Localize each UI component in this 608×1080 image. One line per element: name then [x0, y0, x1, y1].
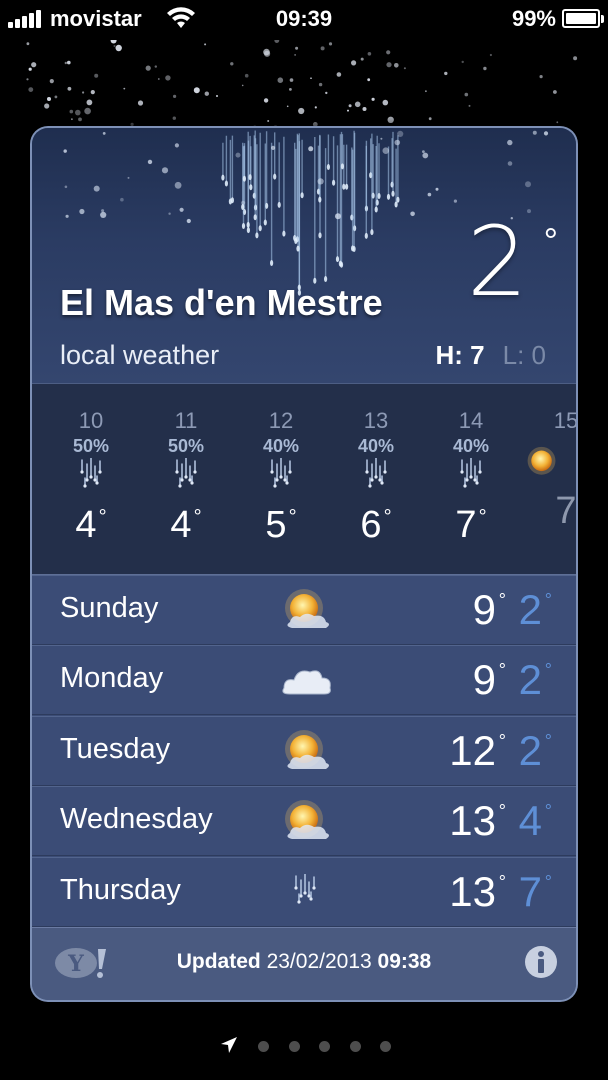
hour-temperature: 7	[555, 490, 577, 532]
last-updated: Updated 23/02/2013 09:38	[32, 950, 576, 974]
daily-row: Thursday 13 ° 7 °	[32, 856, 576, 927]
hourly-item: 13 40% 6 °	[331, 408, 421, 547]
rain-icon	[46, 458, 136, 502]
hourly-forecast[interactable]: 10 50% 4 ° 11 50% 4 ° 12 40% 5 ° 13 40% 6 ° 14 40% 7 ° 15 7	[32, 383, 576, 575]
hourly-item: 10 50% 4 °	[46, 408, 136, 547]
battery-percentage: 99%	[511, 6, 556, 31]
partly-sunny-icon	[276, 797, 336, 847]
day-low-temperature: 4 °	[518, 797, 552, 845]
day-name: Monday	[60, 662, 164, 695]
partly-sunny-icon	[276, 586, 336, 636]
hour-temperature: 4 °	[170, 504, 202, 546]
high-temperature: H: 7	[435, 340, 485, 370]
precipitation-chance: 50%	[167, 436, 205, 456]
hour-label: 11	[174, 408, 198, 433]
hour-temperature: 4 °	[75, 504, 107, 546]
hour-label: 13	[363, 408, 389, 433]
high-low: H: 7 L: 0	[436, 340, 547, 371]
hourly-item: 15 7	[521, 408, 578, 533]
battery-icon	[562, 9, 604, 28]
city-name: El Mas d'en Mestre	[60, 282, 383, 323]
precipitation-chance: 40%	[452, 436, 490, 456]
day-high-temperature: 9 °	[472, 656, 506, 704]
hourly-item: 11 50% 4 °	[141, 408, 231, 547]
day-name: Wednesday	[60, 803, 213, 836]
updated-label: Updated	[176, 950, 261, 973]
day-name: Tuesday	[60, 732, 171, 765]
hour-temperature: 7 °	[455, 504, 487, 546]
rain-icon	[141, 458, 231, 502]
page-dot[interactable]	[380, 1041, 391, 1052]
day-name: Sunday	[60, 592, 159, 624]
updated-date: 23/02/2013	[266, 950, 372, 973]
weather-card[interactable]: El Mas d'en Mestre local weather 2 ° H: …	[30, 126, 578, 1002]
precipitation-chance: 40%	[357, 436, 395, 456]
hourly-item: 14 40% 7 °	[426, 408, 516, 547]
hourly-item: 12 40% 5 °	[236, 408, 326, 547]
sun-icon	[521, 444, 576, 488]
precipitation-chance: 50%	[72, 436, 110, 456]
page-indicator[interactable]	[0, 1034, 608, 1058]
daily-forecast: Sunday 9 ° 2 ° Monday 9 ° 2 ° Tuesday 12 ° 2 ° Wednesda…	[32, 575, 576, 927]
page-dot[interactable]	[319, 1041, 330, 1052]
hour-label: 14	[458, 408, 484, 433]
page-dot[interactable]	[258, 1041, 269, 1052]
partly-sunny-icon	[276, 727, 336, 777]
low-temperature: L: 0	[502, 340, 546, 370]
daily-row: Sunday 9 ° 2 °	[32, 575, 576, 645]
current-temperature-degree: °	[543, 220, 558, 261]
location-arrow-icon[interactable]	[220, 1036, 238, 1054]
rain-icon	[236, 458, 326, 502]
current-temperature: 2	[466, 206, 528, 318]
cloud-icon	[276, 656, 336, 706]
day-high-temperature: 9 °	[472, 586, 506, 633]
daily-row: Tuesday 12 ° 2 °	[32, 715, 576, 786]
status-bar: movistar 09:39 99%	[0, 0, 608, 40]
current-conditions: El Mas d'en Mestre local weather 2 ° H: …	[32, 128, 576, 383]
hour-temperature: 5 °	[265, 504, 297, 546]
day-high-temperature: 13 °	[449, 797, 506, 845]
page-dot[interactable]	[288, 1041, 300, 1052]
weather-subtitle: local weather	[60, 340, 220, 370]
day-low-temperature: 2 °	[518, 656, 552, 704]
hour-temperature: 6 °	[360, 504, 392, 546]
card-footer: Y Updated 23/02/2013 09:38	[32, 927, 576, 1000]
day-high-temperature: 12 °	[449, 726, 506, 774]
daily-row: Monday 9 ° 2 °	[32, 645, 576, 716]
precipitation-chance: 40%	[262, 436, 300, 456]
hour-label: 15	[553, 408, 578, 433]
day-high-temperature: 13 °	[449, 867, 506, 915]
day-low-temperature: 7 °	[518, 867, 552, 915]
rain-icon	[331, 458, 421, 502]
hour-label: 12	[268, 408, 294, 433]
day-low-temperature: 2 °	[518, 726, 552, 774]
updated-time: 09:38	[377, 950, 432, 973]
page-dot[interactable]	[349, 1041, 361, 1052]
hour-label: 10	[78, 408, 104, 433]
daily-row: Wednesday 13 ° 4 °	[32, 786, 576, 857]
rain-icon	[276, 868, 336, 918]
day-low-temperature: 2 °	[518, 586, 552, 633]
rain-icon	[426, 458, 516, 502]
info-icon[interactable]	[524, 945, 558, 979]
day-name: Thursday	[60, 873, 181, 906]
